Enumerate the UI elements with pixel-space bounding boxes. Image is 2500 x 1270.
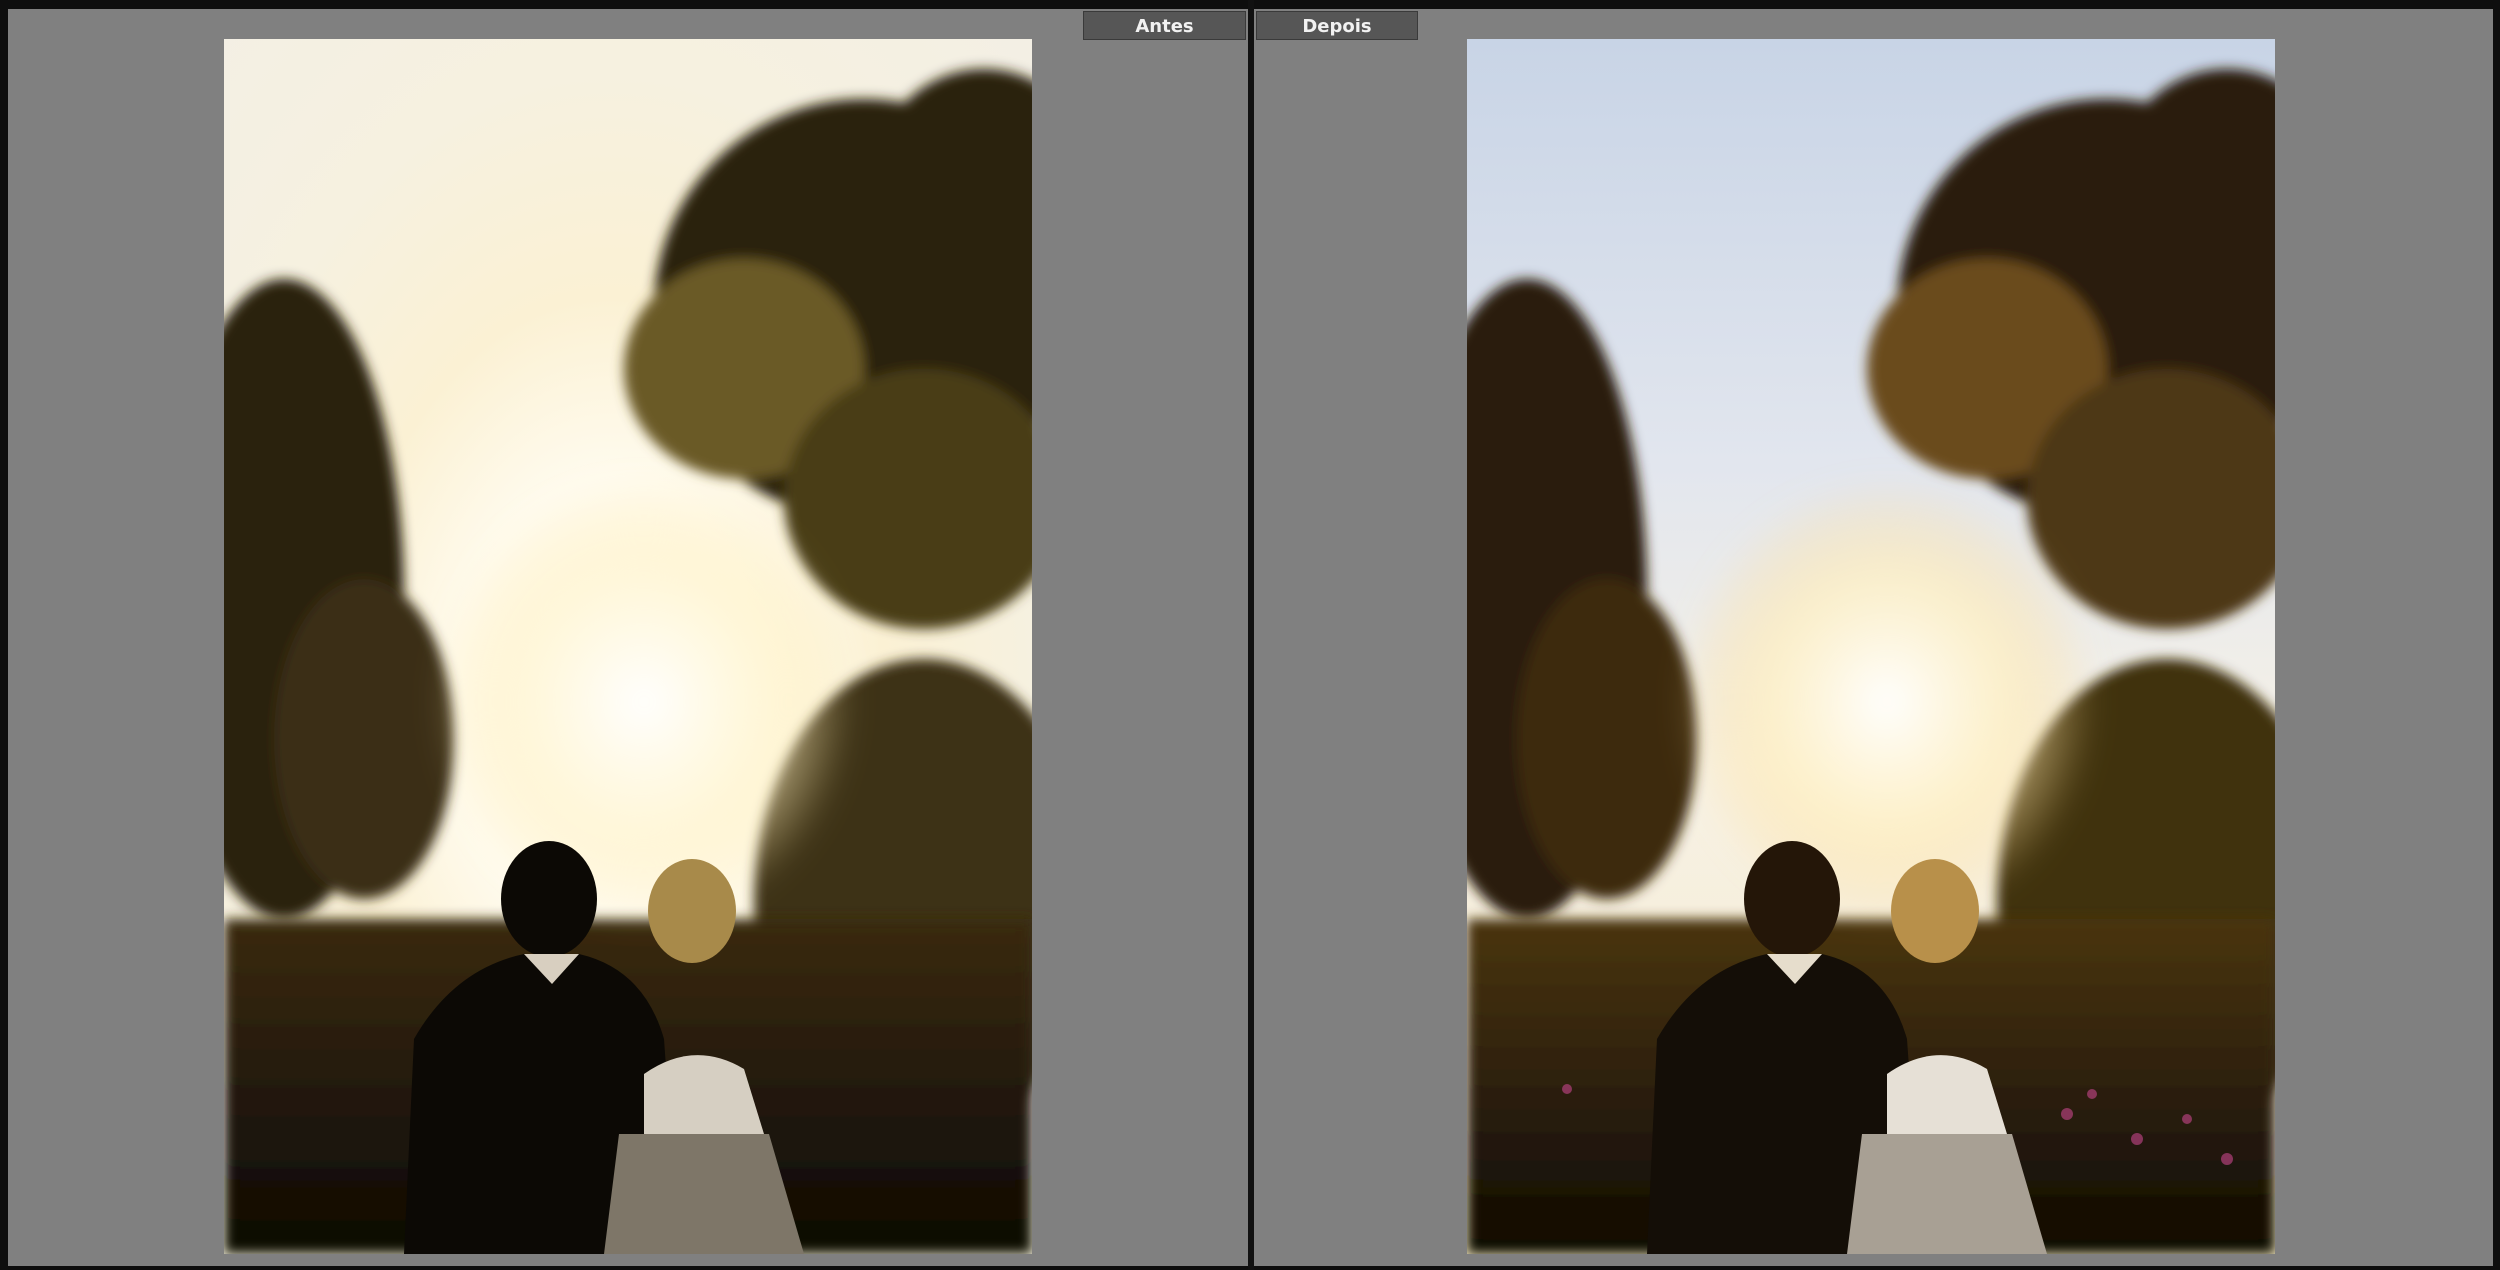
after-pane[interactable]: [1254, 9, 2493, 1266]
after-photo: [1467, 39, 2275, 1254]
after-label-tab[interactable]: Depois: [1256, 11, 1418, 40]
before-pane[interactable]: [8, 9, 1248, 1266]
before-after-compare-view: Antes Depois: [0, 0, 2500, 1270]
before-photo: [224, 39, 1032, 1254]
after-photo-image: [1467, 39, 2275, 1254]
before-photo-image: [224, 39, 1032, 1254]
before-label-tab[interactable]: Antes: [1083, 11, 1246, 40]
